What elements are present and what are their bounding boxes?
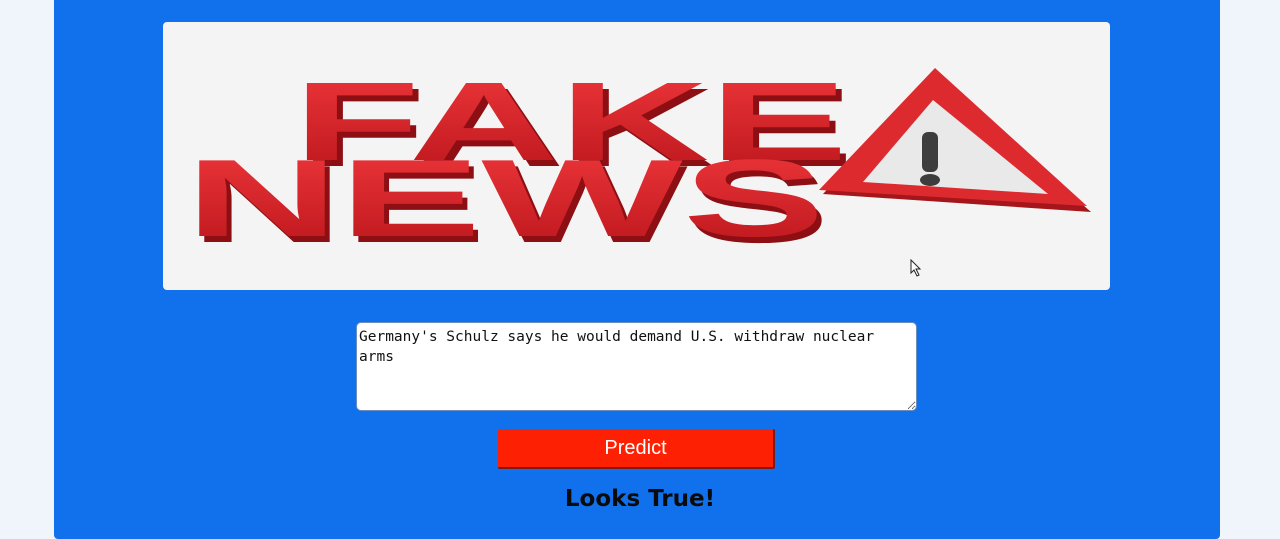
- prediction-result: Looks True!: [564, 486, 716, 512]
- mouse-pointer-icon: [910, 259, 922, 277]
- news-word: NEWS NEWS: [185, 137, 830, 266]
- warning-triangle-icon: [819, 68, 1091, 212]
- predict-button[interactable]: Predict: [498, 429, 775, 469]
- svg-text:NEWS: NEWS: [185, 137, 825, 260]
- fake-news-illustration: FAKE FAKE NEWS NEWS: [185, 59, 1091, 266]
- fake-news-banner: FAKE FAKE NEWS NEWS: [163, 22, 1110, 290]
- news-text-input[interactable]: Germany's Schulz says he would demand U.…: [356, 322, 917, 411]
